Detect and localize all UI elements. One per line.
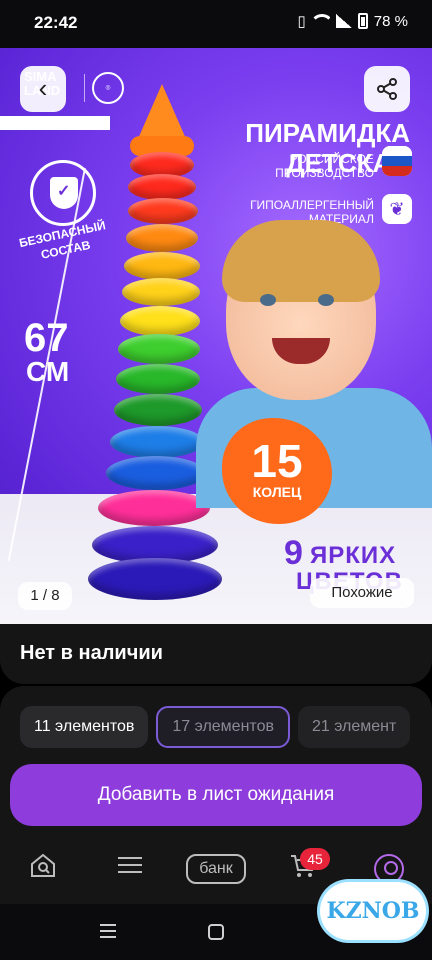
similar-button[interactable]: Похожие	[310, 578, 414, 608]
pyramid-ring	[114, 394, 202, 426]
child-eye	[260, 294, 276, 306]
rings-count-value: 15	[251, 435, 303, 487]
logo-divider	[84, 74, 85, 102]
rings-count-label: КОЛЕЦ	[252, 484, 302, 500]
pyramid-ring	[128, 198, 198, 224]
battery-icon	[357, 13, 368, 29]
back-button[interactable]: ‹	[20, 66, 66, 112]
russia-flag-icon	[382, 146, 412, 176]
pyramid-ring	[120, 306, 200, 336]
signal-icon	[335, 14, 352, 28]
pyramid-ring	[110, 426, 204, 458]
share-button[interactable]	[364, 66, 410, 112]
decorative-stripe	[0, 116, 110, 130]
leaf-icon: ❦	[382, 194, 412, 224]
home-icon[interactable]	[208, 924, 224, 940]
wifi-icon	[311, 14, 330, 28]
pyramid-ring	[124, 252, 200, 280]
nav-home-search[interactable]	[28, 850, 58, 890]
product-image-gallery[interactable]: SIMA LAND ◎ ‹ ПИРАМИДКА ДЕТСКАЯ РОССИЙСК…	[0, 48, 432, 624]
colors-count-word: ЯРКИХ	[310, 542, 397, 569]
image-page-counter: 1 / 8	[18, 582, 72, 610]
home-search-icon	[31, 853, 55, 877]
pyramid-ring	[106, 456, 206, 490]
status-bar: 22:42 ▯ 78 %	[0, 0, 432, 48]
watermark-logo: KZNOB	[320, 882, 426, 940]
variant-chip-11[interactable]: 11 элементов	[20, 706, 149, 748]
pyramid-ring	[118, 334, 200, 364]
status-time: 22:42	[34, 13, 78, 32]
availability-status: Нет в наличии	[20, 642, 163, 664]
variant-chip-17[interactable]: 17 элементов	[156, 706, 290, 748]
pyramid-ring	[88, 558, 222, 600]
system-nav-bar: KZNOB	[0, 882, 432, 960]
availability-card: Нет в наличии	[0, 624, 432, 684]
child-eye	[318, 294, 334, 306]
banner-title-line1: ПИРАМИДКА	[245, 118, 410, 148]
variant-section: 11 элементов 17 элементов 21 элемент Доб…	[0, 686, 432, 838]
certificate-icon: ◎	[92, 72, 124, 104]
profile-icon[interactable]	[374, 854, 404, 884]
pyramid-ring	[116, 364, 200, 394]
child-hair	[222, 220, 380, 302]
recents-icon[interactable]	[100, 924, 116, 938]
nav-bank[interactable]: банк	[186, 854, 246, 884]
pyramid-ring	[122, 278, 200, 306]
nav-catalog[interactable]	[116, 850, 144, 890]
height-unit: СМ	[26, 356, 70, 387]
status-icons: ▯ 78 %	[297, 12, 408, 31]
pyramid-ring	[128, 174, 196, 200]
pyramid-ring	[126, 224, 198, 252]
menu-icon	[118, 857, 142, 873]
chevron-left-icon: ‹	[38, 73, 48, 103]
cart-count-badge: 45	[300, 848, 330, 870]
height-value: 67	[24, 316, 69, 360]
feature-made-in-russia: РОССИЙСКОЕ ПРОИЗВОДСТВО	[275, 152, 374, 180]
variant-chips: 11 элементов 17 элементов 21 элемент	[20, 706, 411, 748]
add-to-waitlist-button[interactable]: Добавить в лист ожидания	[10, 764, 422, 826]
share-icon	[377, 78, 397, 100]
battery-percent: 78 %	[373, 12, 408, 30]
variant-chip-21[interactable]: 21 элемент	[297, 706, 411, 748]
pyramid-ring	[98, 490, 210, 526]
shield-check-icon	[30, 160, 96, 226]
vibrate-icon: ▯	[297, 13, 306, 30]
